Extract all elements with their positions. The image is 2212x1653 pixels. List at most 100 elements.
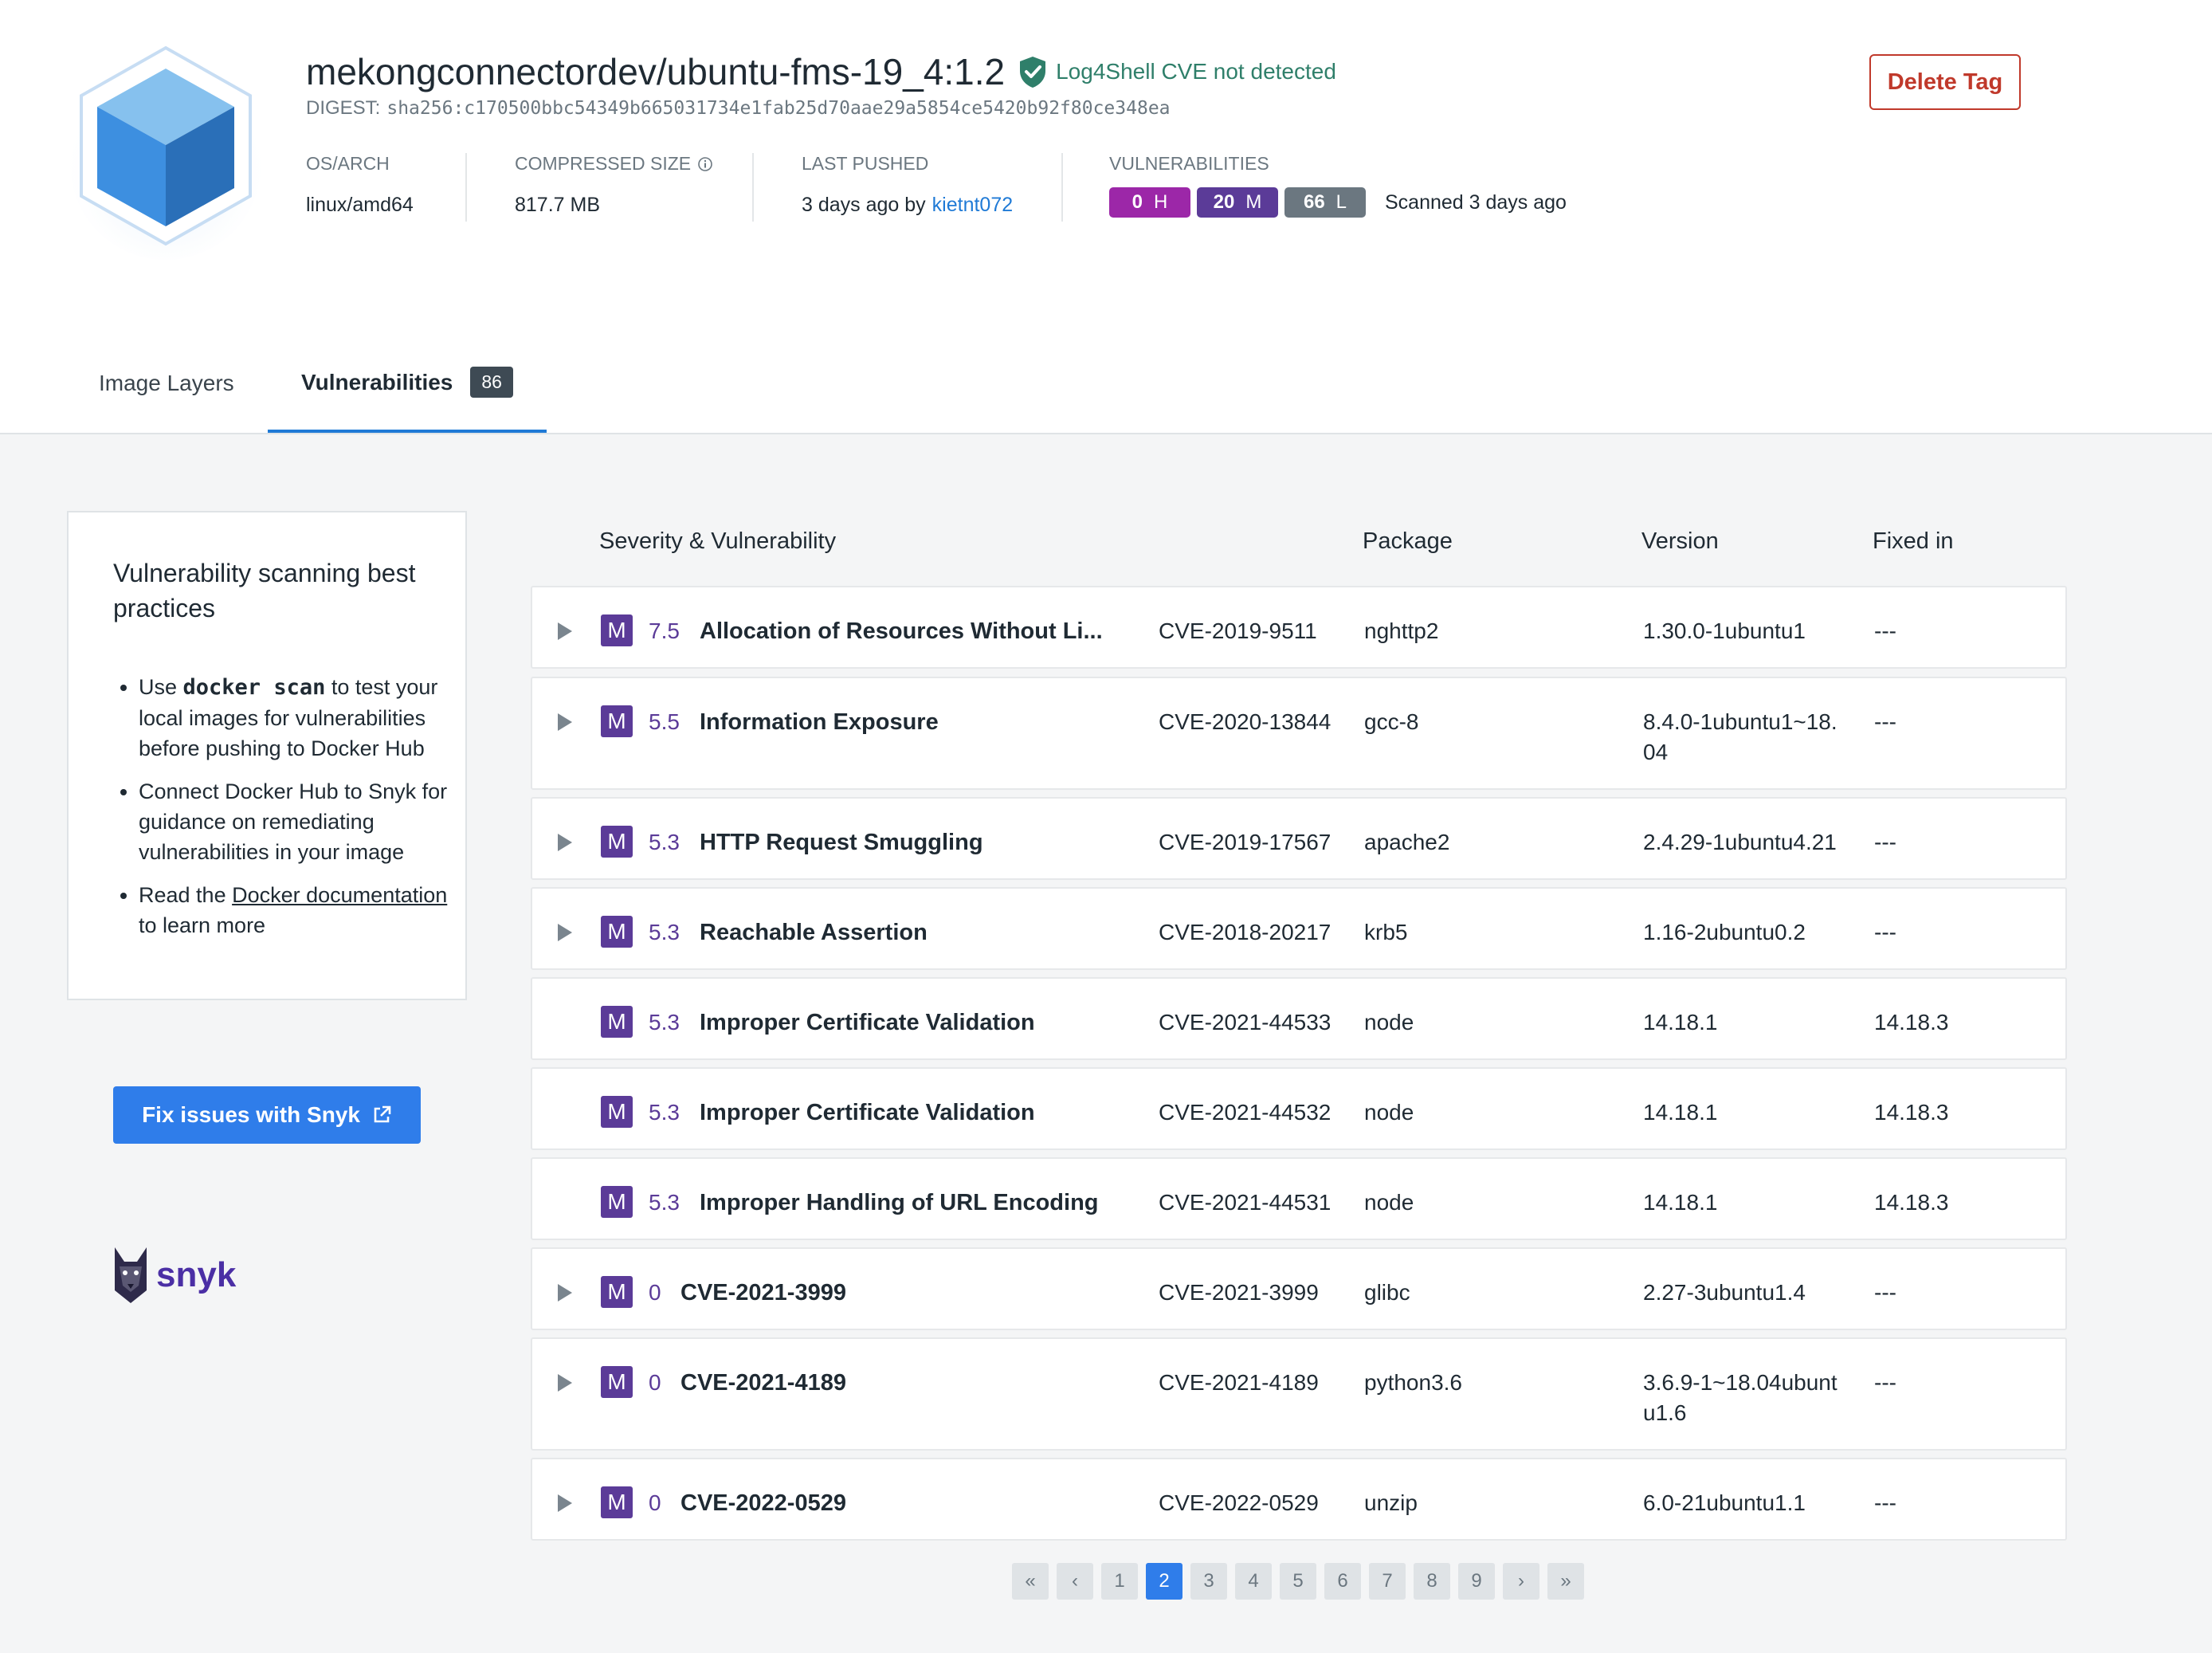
col-header-severity: Severity & Vulnerability [599,528,837,554]
severity-badge: M [601,614,633,646]
external-link-icon [374,1105,391,1123]
fixed-in-version: 14.18.3 [1874,1190,1949,1215]
expand-arrow-icon[interactable] [558,713,572,731]
page-button-8[interactable]: 8 [1414,1563,1450,1600]
list-item: Read the Docker documentation to learn m… [139,880,465,940]
fix-with-snyk-button[interactable]: Fix issues with Snyk [113,1086,421,1144]
package-version: 1.30.0-1ubuntu1 [1643,618,1806,643]
tab-image-layers[interactable]: Image Layers [99,335,234,431]
table-row[interactable]: M 5.3 Improper Handling of URL Encoding CVE… [531,1157,2067,1240]
severity-badge: M [601,1366,633,1398]
package-name: node [1364,1190,1414,1215]
snyk-wordmark: snyk [156,1255,237,1294]
table-row[interactable]: M 5.5 Information Exposure CVE-2020-13844 gc… [531,677,2067,790]
vulnerabilities-count-badge: 86 [470,367,513,398]
fixed-in-version: --- [1874,709,1896,734]
os-arch-value: linux/amd64 [306,194,414,216]
cvss-score: 5.3 [649,1010,680,1035]
page-button-2[interactable]: 2 [1146,1563,1182,1600]
shield-check-icon [1020,57,1046,88]
package-name: glibc [1364,1280,1410,1305]
pushed-label: LAST PUSHED [802,153,929,174]
table-row[interactable]: M 0 CVE-2022-0529 CVE-2022-0529 unzip 6.0-21u… [531,1458,2067,1541]
next-page-button[interactable]: › [1503,1563,1539,1600]
tab-vulnerabilities[interactable]: Vulnerabilities 86 [268,335,547,433]
delete-tag-button[interactable]: Delete Tag [1869,54,2021,110]
last-page-button[interactable]: » [1547,1563,1584,1600]
expand-arrow-icon[interactable] [558,1374,572,1392]
expand-arrow-icon[interactable] [558,622,572,640]
package-version: 6.0-21ubuntu1.1 [1643,1490,1806,1515]
high-badge[interactable]: 0H [1109,187,1190,218]
expand-arrow-icon[interactable] [558,834,572,851]
vulnerability-name[interactable]: CVE-2022-0529 [680,1488,846,1518]
scanned-text: Scanned 3 days ago [1385,190,1567,214]
cve-id[interactable]: CVE-2021-4189 [1159,1368,1319,1398]
prev-page-button[interactable]: ‹ [1057,1563,1093,1600]
vulnerability-name[interactable]: Improper Handling of URL Encoding [700,1188,1099,1218]
cve-id[interactable]: CVE-2022-0529 [1159,1488,1319,1518]
page-button-7[interactable]: 7 [1369,1563,1406,1600]
package-version: 14.18.1 [1643,1100,1718,1125]
page-button-4[interactable]: 4 [1235,1563,1272,1600]
fixed-in-version: --- [1874,830,1896,854]
pushed-value: 3 days ago by [802,194,926,216]
cve-id[interactable]: CVE-2021-44531 [1159,1188,1331,1218]
severity-badge: M [601,1486,633,1518]
package-version: 14.18.1 [1643,1190,1718,1215]
low-badge[interactable]: 66 L [1284,187,1366,218]
expand-arrow-icon[interactable] [558,1494,572,1512]
col-header-version: Version [1641,528,1719,554]
vulnerability-name[interactable]: CVE-2021-3999 [680,1278,846,1308]
package-version: 3.6.9-1~18.04ubuntu1.6 [1643,1370,1837,1425]
page-button-5[interactable]: 5 [1280,1563,1316,1600]
table-row[interactable]: M 7.5 Allocation of Resources Without Li..… [531,586,2067,669]
vulnerability-name[interactable]: Improper Certificate Validation [700,1097,1035,1128]
page-button-6[interactable]: 6 [1324,1563,1361,1600]
last-pushed: LAST PUSHED 3 days ago by kietnt072 [802,153,1013,217]
package-name: unzip [1364,1490,1418,1515]
cve-id[interactable]: CVE-2018-20217 [1159,917,1331,948]
info-icon[interactable] [697,156,713,172]
cve-id[interactable]: CVE-2019-17567 [1159,827,1331,858]
table-row[interactable]: M 5.3 HTTP Request Smuggling CVE-2019-17567… [531,797,2067,880]
table-row[interactable]: M 5.3 Reachable Assertion CVE-2018-20217 krb… [531,887,2067,970]
medium-badge[interactable]: 20 M [1197,187,1278,218]
table-row[interactable]: M 5.3 Improper Certificate Validation CVE-2… [531,1067,2067,1150]
tab-vulnerabilities-label: Vulnerabilities [301,369,453,395]
digest-hash: sha256:c170500bbc54349b665031734e1fab25d… [386,98,1171,119]
package-version: 14.18.1 [1643,1010,1718,1035]
cvss-score: 5.5 [649,709,680,734]
table-row[interactable]: M 5.3 Improper Certificate Validation CVE-2… [531,977,2067,1060]
docker-docs-link[interactable]: Docker documentation [232,883,447,907]
expand-arrow-icon[interactable] [558,924,572,941]
page-button-3[interactable]: 3 [1190,1563,1227,1600]
vulnerability-name[interactable]: HTTP Request Smuggling [700,827,983,858]
vulnerability-name[interactable]: Improper Certificate Validation [700,1007,1035,1038]
cvss-score: 0 [649,1490,661,1515]
package-version: 1.16-2ubuntu0.2 [1643,920,1806,944]
cve-id[interactable]: CVE-2021-44533 [1159,1007,1331,1038]
panel-title: Vulnerability scanning best practices [113,559,416,622]
log4shell-status: Log4Shell CVE not detected [1018,55,1336,88]
pushed-user-link[interactable]: kietnt072 [932,194,1013,217]
cve-id[interactable]: CVE-2020-13844 [1159,707,1331,737]
cve-id[interactable]: CVE-2021-44532 [1159,1097,1331,1128]
vulnerability-name[interactable]: Allocation of Resources Without Li... [700,616,1103,646]
cve-id[interactable]: CVE-2021-3999 [1159,1278,1319,1308]
vulnerabilities-summary: VULNERABILITIES 0H 20 M 66 L Scanned 3 day… [1109,153,1567,218]
cve-id[interactable]: CVE-2019-9511 [1159,616,1317,646]
vulnerability-name[interactable]: CVE-2021-4189 [680,1368,846,1398]
first-page-button[interactable]: « [1012,1563,1049,1600]
digest-label: DIGEST: [306,97,381,119]
package-name: node [1364,1010,1414,1035]
expand-arrow-icon[interactable] [558,1284,572,1302]
page-button-9[interactable]: 9 [1458,1563,1495,1600]
vulnerability-name[interactable]: Information Exposure [700,707,939,737]
page-button-1[interactable]: 1 [1101,1563,1138,1600]
vulnerability-name[interactable]: Reachable Assertion [700,917,928,948]
table-row[interactable]: M 0 CVE-2021-4189 CVE-2021-4189 python3.6 3.6… [531,1337,2067,1451]
image-cube-icon [70,45,261,260]
severity-badge: M [601,826,633,858]
table-row[interactable]: M 0 CVE-2021-3999 CVE-2021-3999 glibc 2.27-3u… [531,1247,2067,1330]
